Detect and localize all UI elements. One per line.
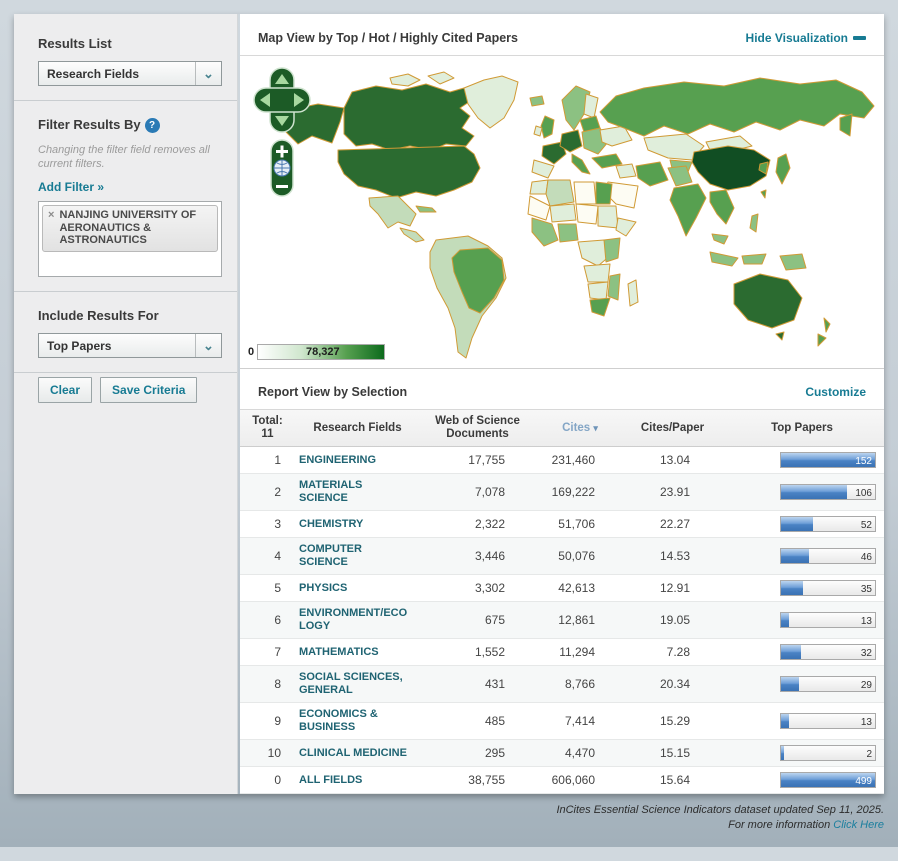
table-row: 4 COMPUTER SCIENCE 3,446 50,076 14.53 46 — [240, 537, 884, 575]
world-map[interactable] — [240, 56, 884, 387]
field-link[interactable]: SOCIAL SCIENCES, GENERAL — [295, 665, 420, 703]
map-view-title: Map View by Top / Hot / Highly Cited Pap… — [258, 31, 518, 45]
table-row: 9 ECONOMICS & BUSINESS 485 7,414 15.29 13 — [240, 702, 884, 740]
report-table: Total: 11 Research Fields Web of Science … — [240, 410, 884, 794]
col-cites[interactable]: Cites ▾ — [535, 410, 625, 447]
filter-section: Filter Results By? Changing the filter f… — [14, 100, 237, 291]
clear-button[interactable]: Clear — [38, 377, 93, 403]
top-papers-bar: 52 — [780, 516, 876, 532]
map-area: 0 78,327 — [240, 56, 884, 368]
table-row: 1 ENGINEERING 17,755 231,460 13.04 152 — [240, 446, 884, 474]
filter-tag[interactable]: × NANJING UNIVERSITY OF AERONAUTICS & AS… — [42, 205, 218, 252]
table-row: 8 SOCIAL SCIENCES, GENERAL 431 8,766 20.34 29 — [240, 665, 884, 703]
col-top-papers[interactable]: Top Papers — [720, 410, 884, 447]
zoom-out-icon — [276, 185, 288, 188]
filter-note: Changing the filter field removes all cu… — [38, 144, 210, 170]
table-row: 10 CLINICAL MEDICINE 295 4,470 15.15 2 — [240, 739, 884, 767]
field-link[interactable]: COMPUTER SCIENCE — [295, 537, 420, 575]
main-panel: Map View by Top / Hot / Highly Cited Pap… — [240, 14, 884, 794]
top-papers-bar: 29 — [780, 676, 876, 692]
results-list-heading: Results List — [38, 36, 112, 51]
minus-icon — [853, 36, 866, 40]
col-wos-documents[interactable]: Web of Science Documents — [420, 410, 535, 447]
remove-filter-icon[interactable]: × — [48, 209, 54, 247]
footer-line2: For more information Click Here — [728, 819, 884, 831]
sidebar: Results List Research Fields ⌄ Filter Re… — [14, 14, 238, 794]
top-papers-bar: 46 — [780, 548, 876, 564]
include-results-dropdown[interactable]: Top Papers ⌄ — [38, 333, 222, 358]
legend-min: 0 — [248, 346, 255, 358]
field-link[interactable]: ENVIRONMENT/ECOLOGY — [295, 601, 420, 639]
top-papers-bar: 13 — [780, 612, 876, 628]
table-row: 3 CHEMISTRY 2,322 51,706 22.27 52 — [240, 510, 884, 538]
map-legend: 0 78,327 — [248, 344, 386, 360]
sort-desc-icon: ▾ — [593, 422, 598, 433]
report-view-title: Report View by Selection — [258, 385, 408, 399]
field-link[interactable]: ALL FIELDS — [295, 766, 420, 794]
click-here-link[interactable]: Click Here — [833, 819, 884, 831]
legend-gradient: 78,327 — [257, 344, 386, 360]
include-results-dropdown-value: Top Papers — [47, 338, 112, 353]
footer: InCites Essential Science Indicators dat… — [0, 794, 898, 833]
top-papers-bar: 32 — [780, 644, 876, 660]
col-cites-per-paper[interactable]: Cites/Paper — [625, 410, 720, 447]
field-link[interactable]: MATERIALS SCIENCE — [295, 473, 420, 511]
footer-line1: InCites Essential Science Indicators dat… — [556, 804, 884, 816]
map-view-header: Map View by Top / Hot / Highly Cited Pap… — [240, 14, 884, 56]
results-list-dropdown[interactable]: Research Fields ⌄ — [38, 61, 222, 86]
customize-link[interactable]: Customize — [805, 385, 866, 399]
table-row: 2 MATERIALS SCIENCE 7,078 169,222 23.91 106 — [240, 473, 884, 511]
map-controls — [253, 67, 311, 197]
chevron-down-icon[interactable]: ⌄ — [195, 334, 221, 357]
top-papers-bar: 106 — [780, 484, 876, 500]
top-papers-bar: 152 — [780, 452, 876, 468]
field-link[interactable]: MATHEMATICS — [295, 638, 420, 666]
results-list-section: Results List Research Fields ⌄ — [14, 14, 237, 100]
sidebar-buttons: Clear Save Criteria — [14, 372, 237, 417]
top-papers-bar: 13 — [780, 713, 876, 729]
table-row: 0 ALL FIELDS 38,755 606,060 15.64 499 — [240, 766, 884, 794]
results-list-dropdown-value: Research Fields — [47, 66, 140, 81]
help-icon[interactable]: ? — [144, 118, 160, 133]
top-papers-bar: 35 — [780, 580, 876, 596]
legend-max: 78,327 — [306, 346, 340, 358]
total-header: Total: 11 — [240, 410, 295, 447]
table-header-row: Total: 11 Research Fields Web of Science … — [240, 410, 884, 447]
hide-visualization-link[interactable]: Hide Visualization — [746, 31, 866, 45]
include-results-section: Include Results For Top Papers ⌄ — [14, 291, 237, 372]
chevron-down-icon[interactable]: ⌄ — [195, 62, 221, 85]
field-link[interactable]: CHEMISTRY — [295, 510, 420, 538]
add-filter-link[interactable]: Add Filter » — [38, 180, 104, 194]
field-link[interactable]: PHYSICS — [295, 574, 420, 602]
top-papers-bar: 2 — [780, 745, 876, 761]
col-research-fields[interactable]: Research Fields — [295, 410, 420, 447]
top-papers-bar: 499 — [780, 772, 876, 788]
table-row: 7 MATHEMATICS 1,552 11,294 7.28 32 — [240, 638, 884, 666]
field-link[interactable]: ECONOMICS & BUSINESS — [295, 702, 420, 740]
filter-tag-label: NANJING UNIVERSITY OF AERONAUTICS & ASTR… — [59, 209, 197, 246]
field-link[interactable]: ENGINEERING — [295, 446, 420, 474]
filter-heading: Filter Results By? — [38, 117, 221, 133]
content-panel: Results List Research Fields ⌄ Filter Re… — [14, 14, 884, 794]
pan-control — [253, 67, 311, 133]
filter-list: × NANJING UNIVERSITY OF AERONAUTICS & AS… — [38, 201, 222, 277]
table-row: 5 PHYSICS 3,302 42,613 12.91 35 — [240, 574, 884, 602]
field-link[interactable]: CLINICAL MEDICINE — [295, 739, 420, 767]
include-results-heading: Include Results For — [38, 308, 159, 323]
table-row: 6 ENVIRONMENT/ECOLOGY 675 12,861 19.05 13 — [240, 601, 884, 639]
save-criteria-button[interactable]: Save Criteria — [100, 377, 198, 403]
zoom-control — [270, 139, 294, 197]
